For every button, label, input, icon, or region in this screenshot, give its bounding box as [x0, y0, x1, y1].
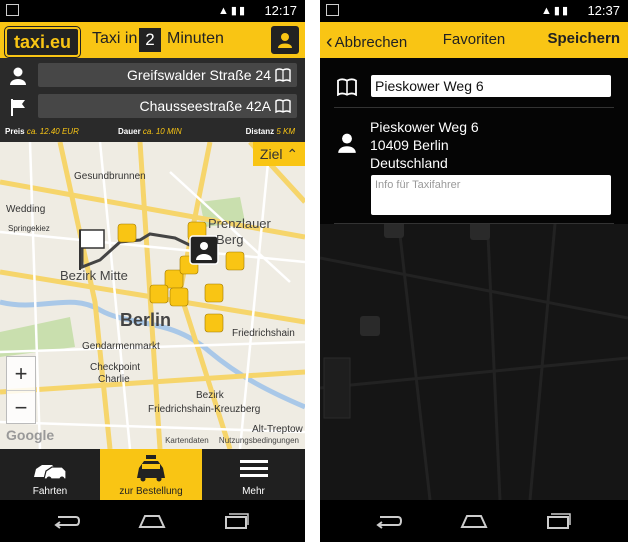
price-value: ca. 12.40 EUR: [26, 127, 79, 136]
map-roads: [0, 142, 305, 449]
taxi-icon: [137, 455, 165, 482]
back-icon[interactable]: [52, 513, 80, 529]
address-line-2: 10409 Berlin: [370, 137, 449, 153]
map-footer: Kartendaten Nutzungsbedingungen: [157, 436, 299, 445]
favorite-editor: Pieskower Weg 6 Pieskower Weg 6 10409 Be…: [320, 58, 628, 224]
phone-left: ▲▮▮ 12:17 taxi.eu Taxi in 2 Minuten Grei…: [0, 0, 305, 542]
map-label-gesundbrunnen: Gesundbrunnen: [74, 171, 146, 182]
save-button[interactable]: Speichern: [547, 30, 620, 47]
map-label-bezirk-mitte: Bezirk Mitte: [60, 268, 128, 283]
google-logo: Google: [6, 427, 55, 443]
distance-info: Distanz 5 KM: [245, 127, 295, 136]
signal-icons: ▲▮▮: [218, 5, 247, 17]
address-line-3: Deutschland: [370, 155, 448, 171]
nav-fahrten[interactable]: Fahrten: [0, 449, 100, 500]
ziel-button[interactable]: Ziel ⌃: [253, 142, 305, 166]
map-label-berg: Berg: [216, 232, 244, 247]
trip-info-row: Preis ca. 12.40 EUR Dauer ca. 10 MIN Dis…: [0, 124, 305, 140]
back-icon[interactable]: [374, 513, 402, 529]
price-info: Preis ca. 12.40 EUR: [5, 127, 79, 136]
person-icon: [278, 33, 292, 48]
zoom-controls: + −: [6, 356, 36, 424]
status-time: 12:37: [587, 3, 620, 18]
address-book-icon[interactable]: [275, 99, 291, 113]
taxis-icon: [34, 465, 67, 482]
map-label-charlie: Charlie: [98, 374, 130, 385]
zoom-out-button[interactable]: −: [7, 391, 35, 424]
map-label-bezirk: Bezirk: [196, 390, 224, 401]
nav-mehr[interactable]: Mehr: [202, 449, 305, 500]
system-nav-bar: [320, 500, 628, 542]
zoom-in-button[interactable]: +: [7, 357, 35, 391]
taxi-minutes-label: Minuten: [167, 30, 224, 47]
kartendaten-link[interactable]: Kartendaten: [165, 436, 209, 445]
status-bar: ▲▮▮ 12:37: [320, 0, 628, 22]
notification-icon: [326, 4, 339, 16]
app-bar: taxi.eu Taxi in 2 Minuten: [0, 22, 305, 58]
nav-mehr-label: Mehr: [242, 486, 265, 497]
divider: [334, 223, 614, 224]
status-time: 12:17: [264, 3, 297, 18]
menu-icon: [240, 460, 268, 477]
notification-icon: [6, 4, 19, 16]
person-icon: [10, 67, 26, 85]
favorites-app-bar: ‹ Abbrechen Favoriten Speichern: [320, 22, 628, 58]
pickup-address: Greifswalder Straße 24: [127, 67, 271, 83]
profile-button[interactable]: [271, 26, 299, 54]
duration-info: Dauer ca. 10 MIN: [118, 127, 182, 136]
destination-address: Chausseestraße 42A: [139, 98, 271, 114]
taxi-info-placeholder: Info für Taxifahrer: [375, 179, 461, 191]
destination-row: Chausseestraße 42A: [0, 91, 305, 121]
address-book-icon[interactable]: [275, 68, 291, 82]
system-nav-bar: [0, 500, 305, 542]
map-label-checkpoint: Checkpoint: [90, 362, 141, 373]
destination-address-field[interactable]: Chausseestraße 42A: [38, 94, 297, 118]
map-view[interactable]: Wedding Springekiez Gesundbrunnen Prenzl…: [0, 142, 305, 449]
address-panel: Greifswalder Straße 24 Chausseestraße 42…: [0, 58, 305, 142]
distance-value: 5 KM: [276, 127, 295, 136]
map-label-gendarmenmarkt: Gendarmenmarkt: [82, 341, 160, 352]
pickup-row: Greifswalder Straße 24: [0, 60, 305, 90]
map-label-wedding: Wedding: [6, 204, 46, 215]
duration-value: ca. 10 MIN: [142, 127, 182, 136]
bottom-nav: Fahrten zur Bestellung Mehr: [0, 449, 305, 500]
divider: [334, 107, 614, 108]
nutzungsbedingungen-link[interactable]: Nutzungsbedingungen: [219, 436, 299, 445]
home-icon[interactable]: [459, 513, 489, 529]
map-label-prenzlauer: Prenzlauer: [208, 216, 271, 231]
flag-icon: [11, 99, 25, 116]
favorite-name-input[interactable]: Pieskower Weg 6: [371, 75, 611, 97]
nav-bestellung[interactable]: zur Bestellung: [100, 449, 202, 500]
map-label-alt-treptow: Alt-Treptow: [252, 424, 303, 435]
map-label-friedrichshain: Friedrichshain: [232, 328, 295, 339]
map-label-springekiez: Springekiez: [8, 224, 50, 233]
pickup-address-field[interactable]: Greifswalder Straße 24: [38, 63, 297, 87]
taxi-info-input[interactable]: Info für Taxifahrer: [371, 175, 611, 215]
phone-right: ▲▮▮ 12:37 ‹ Abbrechen Favoriten Speichern…: [320, 0, 628, 542]
signal-icons: ▲▮▮: [541, 5, 570, 17]
recent-apps-icon[interactable]: [224, 513, 250, 529]
nav-bestellung-label: zur Bestellung: [119, 486, 183, 497]
app-logo: taxi.eu: [5, 27, 81, 57]
status-bar: ▲▮▮ 12:17: [0, 0, 305, 22]
recent-apps-icon[interactable]: [546, 513, 572, 529]
person-icon: [338, 133, 356, 153]
taxi-minutes-value: 2: [139, 28, 161, 52]
map-label-friedrichshain-kreuzberg: Friedrichshain-Kreuzberg: [148, 404, 261, 415]
address-line-1: Pieskower Weg 6: [370, 119, 479, 135]
map-label-berlin: Berlin: [120, 310, 172, 330]
taxi-in-label: Taxi in: [92, 30, 138, 47]
chevron-up-icon: ⌃: [286, 146, 299, 162]
address-book-icon: [337, 78, 357, 96]
favorite-address: Pieskower Weg 6 10409 Berlin Deutschland: [370, 118, 479, 172]
home-icon[interactable]: [137, 513, 167, 529]
nav-fahrten-label: Fahrten: [32, 486, 68, 497]
